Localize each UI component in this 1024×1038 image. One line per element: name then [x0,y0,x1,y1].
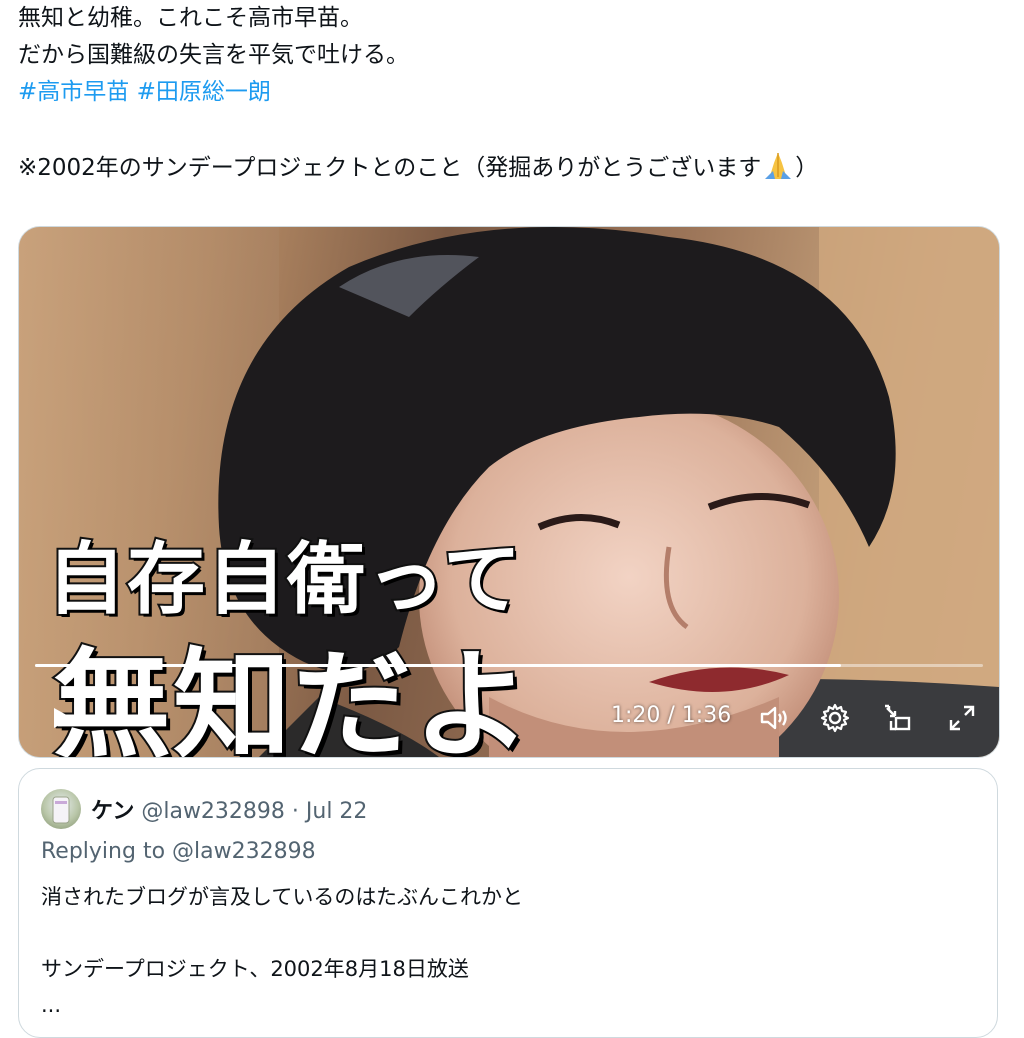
quoted-tweet-header: ケン @law232898 · Jul 22 [91,793,367,825]
hashtag-row: #高市早苗 #田原総一朗 [18,74,1008,111]
tweet-note-text: ※2002年のサンデープロジェクトとのこと（発掘ありがとうございます [18,155,762,181]
quote-line-2: サンデープロジェクト、2002年8月18日放送 [41,957,469,981]
play-icon[interactable] [45,701,79,735]
quote-line-1: 消されたブログが言及しているのはたぶんこれかと [41,885,523,909]
video-progress-fill [35,664,841,667]
fullscreen-icon[interactable] [945,701,979,735]
hashtag-link-takaichi[interactable]: #高市早苗 [18,79,129,105]
author-handle-date: @law232898 · Jul 22 [141,799,368,824]
tweet-line-2: だから国難級の失言を平気で吐ける。 [18,42,409,68]
video-controls: 1:20 / 1:36 [19,693,999,743]
folded-hands-emoji [765,153,792,179]
tweet-note: ※2002年のサンデープロジェクトとのこと（発掘ありがとうございます ） [18,149,1008,186]
replying-to: Replying to @law232898 [41,839,316,864]
settings-gear-icon[interactable] [818,701,852,735]
video-player[interactable]: 自存自衛って 無知だよ 1:20 / 1:36 [18,226,1000,758]
quote-ellipsis: ... [41,993,62,1017]
tweet-text: 無知と幼稚。これこそ高市早苗。 だから国難級の失言を平気で吐ける。 #高市早苗 … [18,0,1008,186]
quoted-tweet-body: 消されたブログが言及しているのはたぶんこれかと サンデープロジェクト、2002年… [41,879,523,1023]
avatar[interactable] [41,789,81,829]
avatar-image [52,796,70,824]
pip-icon[interactable] [881,701,915,735]
hashtag-link-tahara[interactable]: #田原総一朗 [137,79,271,105]
tweet-note-close: ） [795,155,819,181]
video-time: 1:20 / 1:36 [611,703,732,728]
tweet-line-1: 無知と幼稚。これこそ高市早苗。 [18,5,363,31]
quoted-tweet[interactable]: ケン @law232898 · Jul 22 Replying to @law2… [18,768,998,1038]
volume-icon[interactable] [757,701,791,735]
video-progress-bar[interactable] [35,664,983,667]
author-name[interactable]: ケン [91,799,134,824]
